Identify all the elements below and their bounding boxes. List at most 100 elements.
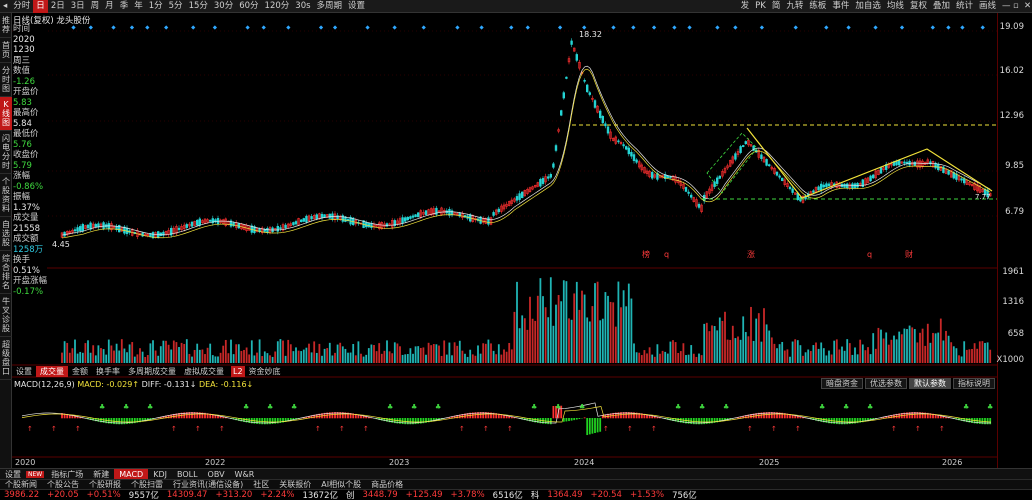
macd-param-button[interactable]: 默认参数 [909,378,951,389]
toolbar-action-button[interactable]: 统计 [953,0,976,13]
candle-body [385,223,389,227]
index4-value[interactable]: 1364.49 [543,490,586,500]
close-icon[interactable]: ✕ [1021,0,1032,13]
volume-tab[interactable]: 成交量 [36,366,68,377]
indicator-tab[interactable]: 设置 [0,469,26,480]
volume-tab[interactable]: 多周期成交量 [124,366,180,377]
period-tab[interactable]: 周 [88,0,103,13]
volume-bar [149,343,152,363]
period-tab[interactable]: 15分 [186,0,211,13]
volume-bar [815,342,817,363]
change-pct-value: -0.86% [13,181,44,192]
back-arrow-icon[interactable]: ◂ [0,0,10,13]
volume-bar [146,355,149,363]
indicator-tab[interactable]: KDJ [148,469,172,480]
period-tab[interactable]: 年 [131,0,146,13]
toolbar-action-button[interactable]: 复权 [907,0,930,13]
period-tab[interactable]: 多周期 [314,0,346,13]
left-nav-item[interactable]: 综合排名 [0,251,12,294]
period-tab[interactable]: 设置 [345,0,368,13]
volume-bar [859,339,862,363]
period-tab[interactable]: 月 [102,0,117,13]
candle-body [593,100,597,108]
period-tab[interactable]: 30分 [211,0,236,13]
left-nav-item[interactable]: 闪电分时 [0,131,12,174]
index2-value[interactable]: 14309.47 [163,490,212,500]
index1-value[interactable]: 3986.22 [0,490,43,500]
candle-body [79,226,82,231]
period-tab[interactable]: 3日 [68,0,88,13]
period-tab[interactable]: 120分 [262,0,293,13]
date-year: 2020 [13,34,35,45]
volume-bar [120,339,123,363]
toolbar-action-button[interactable]: 均线 [884,0,907,13]
volume-tab[interactable]: 虚拟成交量 [180,366,228,377]
period-tab[interactable]: 5分 [166,0,186,13]
index3-value[interactable]: 3448.79 [359,490,402,500]
toolbar-action-button[interactable]: 叠加 [930,0,953,13]
period-tab[interactable]: 60分 [236,0,261,13]
toolbar-action-button[interactable]: 九转 [783,0,806,13]
period-tab[interactable]: 日 [33,0,48,13]
period-tab[interactable]: 1分 [146,0,166,13]
volume-bar [718,317,721,363]
macd-param-button[interactable]: 优选参数 [865,378,907,389]
left-nav-item[interactable]: 自选股 [0,217,12,251]
volume-bar [786,349,789,363]
volume-bar [287,339,290,363]
volume-tab[interactable]: 金额 [68,366,92,377]
toolbar-action-button[interactable]: 发 [738,0,753,13]
left-nav-item[interactable]: 分时图 [0,63,12,97]
toolbar-action-button[interactable]: PK [752,0,769,13]
signal-diamond-icon [164,25,169,30]
period-tab[interactable]: 分时 [10,0,33,13]
volume-bar [326,348,329,363]
volume-bar [690,345,693,363]
year-tick: 2024 [574,458,595,467]
volume-bar [573,293,576,363]
kline-chart-area[interactable]: ↑ ↑ ↑ ♣ ♣ ♣ ↑ ↑ ↑ ♣ ♣ ♣ ↑ ↑ ↑ ♣ ♣ ♣ ↑ ↑ ↑ ♣ ♣ ♣ ↑ ↑ ↑ ♣ ♣ ♣ ↑ ↑ ↑ ♣ ♣ ♣ ↑ ↑ ↑ ♣… [12,13,997,468]
volume-tab[interactable]: 换手率 [92,366,124,377]
left-nav-item[interactable]: 超级盘口 [0,337,12,380]
candle-body [843,183,846,188]
period-tab[interactable]: 30s [292,0,313,13]
left-nav-item[interactable]: 个股资料 [0,174,12,217]
toolbar-action-button[interactable]: 简 [769,0,784,13]
volume-bar [331,355,334,363]
left-nav-item[interactable]: 推荐 [0,13,12,38]
indicator-tab[interactable]: BOLL [172,469,203,480]
indicator-tab[interactable]: 新建 [88,469,114,480]
volume-tab[interactable]: 资金妙底 [245,366,285,377]
period-tab[interactable]: 季 [117,0,132,13]
toolbar-action-button[interactable]: 练板 [806,0,829,13]
volume-bar [245,347,248,363]
macd-param-button[interactable]: 暗盘资金 [821,378,863,389]
volume-bar [869,354,872,363]
indicator-tab[interactable]: 指标广场 [46,469,88,480]
restore-icon[interactable]: ▫ [1010,0,1021,13]
toolbar-action-button[interactable]: 事件 [829,0,852,13]
volume-tab[interactable]: 设置 [12,366,36,377]
left-nav-item[interactable]: 首页 [0,38,12,63]
macd-param-button[interactable]: 指标说明 [953,378,995,389]
toolbar-action-button[interactable]: 加自选 [852,0,884,13]
volume-bar [778,344,781,363]
indicator-tab[interactable]: W&R [230,469,260,480]
toolbar-action-button[interactable]: 画线 [976,0,999,13]
volume-bar [175,342,178,363]
kline-chart-svg[interactable]: ↑ ↑ ↑ ♣ ♣ ♣ ↑ ↑ ↑ ♣ ♣ ♣ ↑ ↑ ↑ ♣ ♣ ♣ ↑ ↑ ↑ ♣ ♣ ♣ ↑ ↑ ↑ ♣ ♣ ♣ ↑ ↑ ↑ ♣ ♣ ♣ ↑ ↑ ↑ ♣… [12,13,997,468]
left-nav-item[interactable]: K线图 [0,97,12,131]
period-tab[interactable]: 2日 [48,0,68,13]
time-axis: 2020 2022 2023 2024 2025 2026 [12,458,997,468]
amount-label: 成交额 [13,234,39,244]
volume-bar [557,295,560,363]
volume-bar [596,281,599,363]
indicator-tab[interactable]: OBV [203,469,230,480]
indicator-tab[interactable]: MACD [114,468,149,480]
volume-bar [414,346,417,363]
volume-bar [900,334,903,363]
volume-bar [365,354,368,363]
minimize-icon[interactable]: — [999,0,1011,13]
candle-body [697,203,701,208]
left-nav-item[interactable]: 牛叉诊股 [0,294,12,337]
